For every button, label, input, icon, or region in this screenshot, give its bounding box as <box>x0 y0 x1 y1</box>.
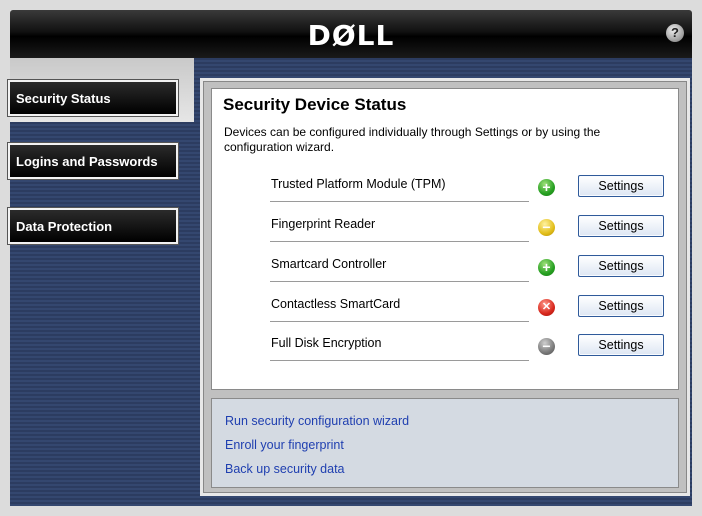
settings-button-fingerprint[interactable]: Settings <box>578 215 664 237</box>
sidebar-item-label: Data Protection <box>16 218 113 234</box>
device-row-fingerprint: Fingerprint Reader − Settings <box>270 213 670 247</box>
link-backup-data[interactable]: Back up security data <box>225 462 345 476</box>
settings-button-disk-encryption[interactable]: Settings <box>578 334 664 356</box>
device-row-smartcard: Smartcard Controller + Settings <box>270 253 670 287</box>
status-inactive-icon: − <box>538 338 555 355</box>
title-bar: DØLL ? <box>10 10 692 58</box>
sidebar <box>10 58 194 506</box>
device-label: Contactless SmartCard <box>270 293 529 322</box>
sidebar-item-security-status[interactable]: Security Status <box>8 80 178 116</box>
sidebar-item-logins-and-passwords[interactable]: Logins and Passwords <box>8 143 178 179</box>
device-label: Full Disk Encryption <box>270 332 529 361</box>
status-ok-icon: + <box>538 259 555 276</box>
device-row-contactless: Contactless SmartCard ✕ Settings <box>270 293 670 327</box>
device-row-disk-encryption: Full Disk Encryption − Settings <box>270 332 670 366</box>
status-ok-icon: + <box>538 179 555 196</box>
status-error-icon: ✕ <box>538 299 555 316</box>
device-label: Fingerprint Reader <box>270 213 529 242</box>
device-label: Smartcard Controller <box>270 253 529 282</box>
page-description: Devices can be configured individually t… <box>224 125 601 154</box>
link-enroll-fingerprint[interactable]: Enroll your fingerprint <box>225 438 344 452</box>
sidebar-item-label: Security Status <box>16 90 111 106</box>
link-run-wizard[interactable]: Run security configuration wizard <box>225 414 409 428</box>
settings-button-smartcard[interactable]: Settings <box>578 255 664 277</box>
sidebar-item-label: Logins and Passwords <box>16 153 158 169</box>
dell-logo: DØLL <box>307 19 395 52</box>
page-title: Security Device Status <box>223 95 407 114</box>
sidebar-item-data-protection[interactable]: Data Protection <box>8 208 178 244</box>
quick-links-panel: Run security configuration wizard Enroll… <box>211 398 679 488</box>
status-warning-icon: − <box>538 219 555 236</box>
settings-button-tpm[interactable]: Settings <box>578 175 664 197</box>
device-status-panel: Security Device Status Devices can be co… <box>211 88 679 390</box>
help-icon[interactable]: ? <box>666 24 684 42</box>
settings-button-contactless[interactable]: Settings <box>578 295 664 317</box>
device-label: Trusted Platform Module (TPM) <box>270 173 529 202</box>
device-row-tpm: Trusted Platform Module (TPM) + Settings <box>270 173 670 207</box>
